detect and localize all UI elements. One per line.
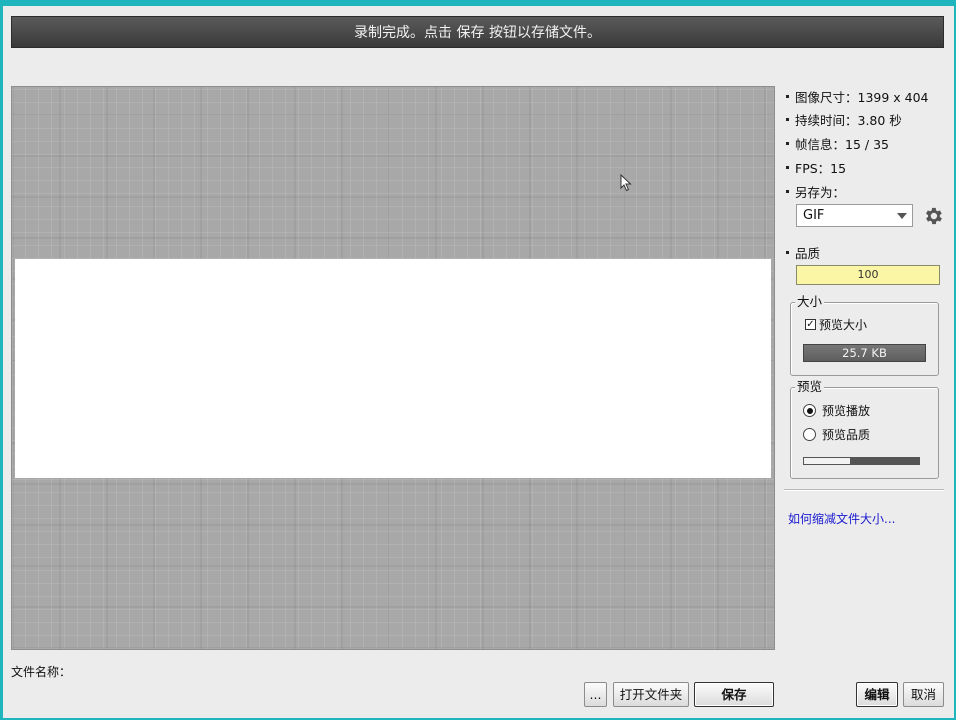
status-banner: 录制完成。点击 保存 按钮以存储文件。 (11, 16, 944, 48)
edit-button[interactable]: 编辑 (856, 682, 898, 707)
preview-size-label: 预览大小 (819, 318, 868, 332)
format-selected-value: GIF (803, 208, 825, 223)
duration-info: 持续时间：3.80 秒 (786, 111, 902, 131)
image-size-info: 图像尺寸：1399 x 404 (786, 88, 929, 108)
save-button[interactable]: 保存 (694, 682, 774, 707)
frame-info: 帧信息：15 / 35 (786, 135, 889, 155)
check-icon[interactable]: ✓ (805, 319, 816, 330)
browse-button[interactable]: ... (584, 682, 607, 707)
window-top-accent (0, 0, 956, 6)
reduce-size-help-link[interactable]: 如何缩减文件大小... (788, 510, 895, 527)
preview-quality-radio[interactable] (803, 428, 816, 441)
bullet (786, 190, 789, 193)
estimated-size-value: 25.7 KB (842, 346, 887, 360)
recorded-frame (15, 259, 771, 478)
gear-icon[interactable] (922, 205, 944, 227)
cancel-button[interactable]: 取消 (903, 682, 944, 707)
preview-play-radio[interactable] (803, 404, 816, 417)
open-folder-button[interactable]: 打开文件夹 (613, 682, 689, 707)
bullet (786, 251, 789, 254)
preview-quality-label: 预览品质 (822, 428, 871, 442)
quality-label: 品质 (786, 244, 820, 264)
dropdown-arrow-icon (897, 213, 907, 219)
window-left-accent (0, 6, 3, 720)
bullet (786, 95, 789, 98)
save-as-label: 另存为： (786, 183, 845, 203)
preview-canvas[interactable] (11, 86, 775, 650)
bullet (786, 142, 789, 145)
preview-slider[interactable] (803, 457, 920, 465)
preview-play-label: 预览播放 (822, 404, 871, 418)
format-select[interactable]: GIF (796, 204, 913, 227)
quality-slider[interactable]: 100 (796, 265, 940, 285)
preview-quality-radio-row[interactable]: 预览品质 (803, 426, 870, 444)
preview-group-title: 预览 (795, 379, 825, 395)
quality-value: 100 (857, 268, 879, 281)
divider (784, 489, 944, 491)
bullet (786, 166, 789, 169)
preview-play-radio-row[interactable]: 预览播放 (803, 402, 870, 420)
estimated-size-display: 25.7 KB (803, 344, 926, 362)
fps-info: FPS：15 (786, 159, 846, 179)
size-group: 大小 ✓ 预览大小 25.7 KB (790, 294, 939, 376)
preview-slider-fill (804, 458, 850, 464)
size-group-title: 大小 (795, 294, 825, 310)
cursor-icon (620, 173, 632, 192)
preview-size-checkbox-row[interactable]: ✓ 预览大小 (805, 317, 867, 333)
bullet (786, 118, 789, 121)
preview-group: 预览 预览播放 预览品质 (790, 379, 939, 479)
status-message: 录制完成。点击 保存 按钮以存储文件。 (354, 25, 601, 41)
filename-label: 文件名称： (11, 665, 72, 679)
